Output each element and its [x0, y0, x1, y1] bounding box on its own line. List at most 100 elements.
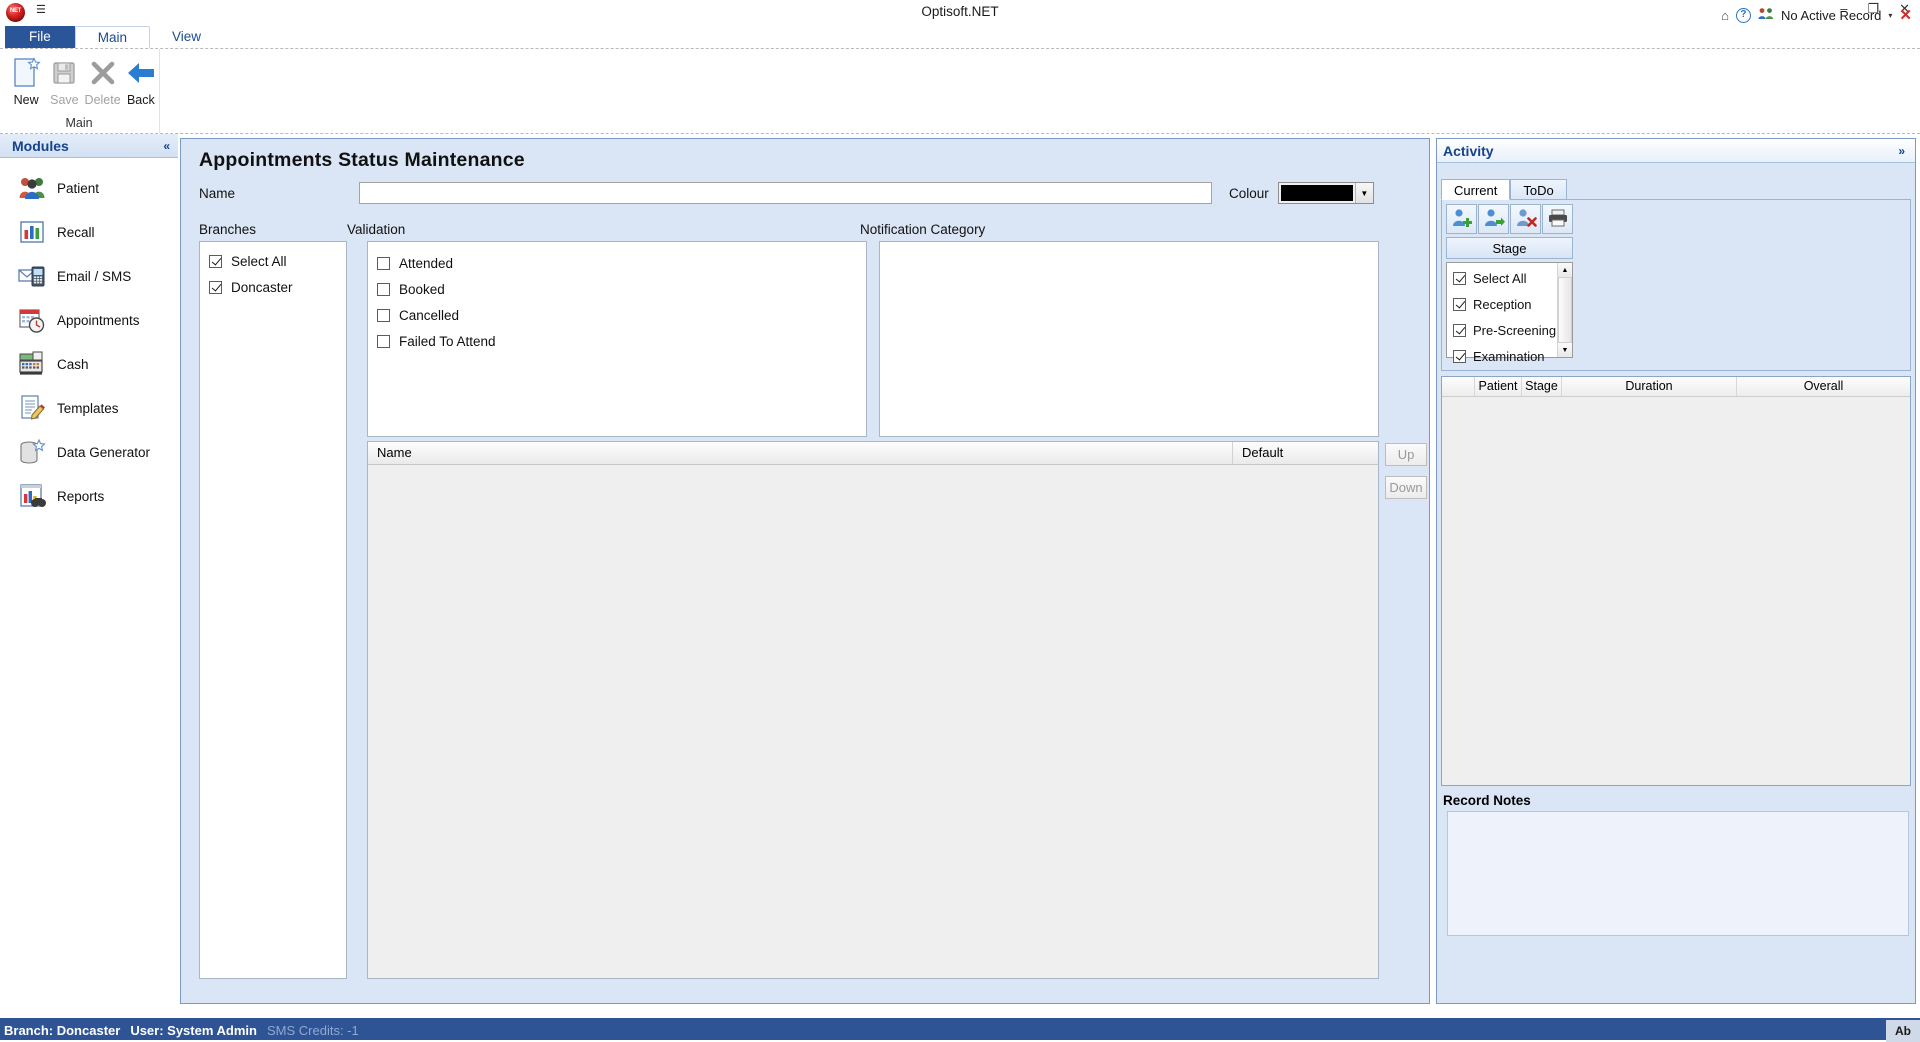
record-dropdown-caret-icon[interactable]: ▾	[1888, 11, 1892, 20]
home-icon[interactable]: ⌂	[1721, 8, 1729, 23]
move-patient-button[interactable]	[1478, 204, 1509, 234]
sidebar-item-cash[interactable]: Cash	[0, 342, 178, 386]
chevron-down-icon[interactable]: ▼	[1355, 183, 1373, 203]
checkbox-icon[interactable]	[1453, 272, 1466, 285]
validation-item-booked[interactable]: Booked	[368, 276, 866, 302]
delete-button-label: Delete	[85, 93, 121, 107]
checkbox-icon[interactable]	[1453, 324, 1466, 337]
column-header-patient[interactable]: Patient	[1475, 377, 1522, 396]
tab-file[interactable]: File	[5, 26, 75, 48]
column-header-overall[interactable]: Overall	[1737, 377, 1910, 396]
checkbox-icon[interactable]	[209, 281, 222, 294]
sidebar-item-recall[interactable]: Recall	[0, 210, 178, 254]
validation-item-failed-to-attend[interactable]: Failed To Attend	[368, 328, 866, 354]
sidebar-item-appointments[interactable]: Appointments	[0, 298, 178, 342]
status-indicator: Ab	[1886, 1020, 1920, 1042]
checkbox-icon[interactable]	[377, 283, 390, 296]
checkbox-icon[interactable]	[1453, 350, 1466, 363]
branches-list[interactable]: Select All Doncaster	[199, 241, 347, 979]
stage-label: Select All	[1473, 271, 1526, 286]
print-button[interactable]	[1542, 204, 1573, 234]
add-patient-button[interactable]	[1446, 204, 1477, 234]
move-up-button[interactable]: Up	[1385, 443, 1427, 466]
activity-grid-body[interactable]	[1442, 397, 1910, 785]
save-button[interactable]: Save	[46, 54, 82, 107]
checkbox-icon[interactable]	[377, 335, 390, 348]
sidebar-item-data-generator[interactable]: Data Generator	[0, 430, 178, 474]
stage-item-examination[interactable]: Examination	[1447, 343, 1557, 369]
stage-item-select-all[interactable]: Select All	[1447, 265, 1557, 291]
stage-item-reception[interactable]: Reception	[1447, 291, 1557, 317]
help-icon[interactable]: ?	[1736, 8, 1751, 23]
page-title: Appointments Status Maintenance	[181, 139, 1429, 172]
column-header-blank[interactable]	[1442, 377, 1475, 396]
validation-list[interactable]: Attended Booked Cancelled Failed To Atte…	[367, 241, 867, 437]
main-content-panel: Appointments Status Maintenance Name Col…	[180, 138, 1430, 1004]
tab-todo[interactable]: ToDo	[1510, 179, 1566, 200]
notification-category-list[interactable]	[879, 241, 1379, 437]
column-header-stage[interactable]: Stage	[1522, 377, 1562, 396]
back-button[interactable]: Back	[123, 54, 159, 107]
branch-item-doncaster[interactable]: Doncaster	[200, 274, 346, 300]
move-down-button[interactable]: Down	[1385, 476, 1427, 499]
stage-button[interactable]: Stage	[1446, 237, 1573, 259]
envelope-phone-icon	[18, 262, 46, 290]
branches-label: Branches	[199, 222, 347, 237]
sidebar-item-email-sms[interactable]: Email / SMS	[0, 254, 178, 298]
sidebar-item-patient[interactable]: Patient	[0, 166, 178, 210]
scrollbar-thumb[interactable]	[1558, 277, 1572, 343]
column-header-default[interactable]: Default	[1233, 442, 1378, 464]
column-header-name[interactable]: Name	[368, 442, 1233, 464]
stage-filter-list[interactable]: Select All Reception Pre-Screening Exami…	[1446, 262, 1573, 358]
remove-patient-button[interactable]	[1510, 204, 1541, 234]
delete-button[interactable]: Delete	[85, 54, 121, 107]
stage-label: Examination	[1473, 349, 1545, 364]
status-grid-body[interactable]	[368, 465, 1378, 978]
tab-current[interactable]: Current	[1441, 179, 1510, 200]
checkbox-icon[interactable]	[1453, 298, 1466, 311]
ribbon-group-main: New Save	[0, 49, 160, 133]
record-notes-textarea[interactable]	[1447, 811, 1909, 936]
new-button[interactable]: New	[8, 54, 44, 107]
collapse-sidebar-icon[interactable]: «	[163, 139, 170, 153]
tab-view[interactable]: View	[150, 26, 223, 48]
bar-chart-icon	[18, 218, 46, 246]
column-header-duration[interactable]: Duration	[1562, 377, 1737, 396]
section-labels: Branches Validation Notification Categor…	[181, 204, 1429, 241]
status-grid-header: Name Default	[368, 442, 1378, 465]
sidebar-item-label: Recall	[57, 225, 95, 240]
checkbox-icon[interactable]	[377, 309, 390, 322]
database-star-icon	[18, 438, 46, 466]
sidebar-item-reports[interactable]: Reports	[0, 474, 178, 518]
validation-item-attended[interactable]: Attended	[368, 250, 866, 276]
checkbox-icon[interactable]	[209, 255, 222, 268]
colour-dropdown[interactable]: ▼	[1278, 182, 1374, 204]
activity-header: Activity »	[1437, 139, 1915, 163]
sidebar-item-label: Cash	[57, 357, 89, 372]
scroll-up-icon[interactable]: ▲	[1558, 263, 1572, 277]
checkbox-icon[interactable]	[377, 257, 390, 270]
activity-title: Activity	[1443, 143, 1494, 159]
colour-label: Colour	[1229, 186, 1269, 201]
stage-label: Reception	[1473, 297, 1532, 312]
validation-item-cancelled[interactable]: Cancelled	[368, 302, 866, 328]
stage-items: Select All Reception Pre-Screening Exami…	[1447, 263, 1557, 357]
scroll-down-icon[interactable]: ▼	[1558, 343, 1572, 357]
clear-record-icon[interactable]: ✕	[1899, 6, 1912, 24]
tab-main[interactable]: Main	[75, 26, 150, 48]
delete-x-icon	[85, 54, 121, 92]
status-grid[interactable]: Name Default	[367, 441, 1379, 979]
status-branch: Branch: Doncaster	[0, 1023, 126, 1038]
branch-item-select-all[interactable]: Select All	[200, 248, 346, 274]
move-patient-icon	[1483, 208, 1505, 231]
activity-grid[interactable]: Patient Stage Duration Overall	[1441, 376, 1911, 786]
stage-item-pre-screening[interactable]: Pre-Screening	[1447, 317, 1557, 343]
modules-sidebar: Modules « Patient	[0, 134, 178, 996]
expand-panel-icon[interactable]: »	[1898, 144, 1905, 158]
ribbon-group-title: Main	[0, 116, 158, 130]
branch-label: Doncaster	[231, 280, 293, 295]
sidebar-item-templates[interactable]: Templates	[0, 386, 178, 430]
cash-register-icon	[18, 350, 46, 378]
stage-list-scrollbar[interactable]: ▲ ▼	[1557, 263, 1572, 357]
name-input[interactable]	[359, 182, 1212, 204]
